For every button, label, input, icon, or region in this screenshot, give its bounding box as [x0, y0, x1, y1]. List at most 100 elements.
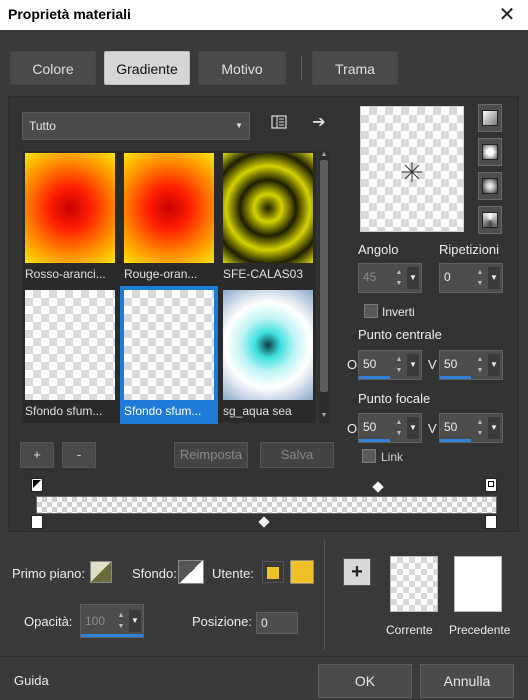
center-h-input[interactable]: 50 ▲ ▼ ▼: [358, 350, 422, 380]
spin-arrows-icon[interactable]: ▲ ▼: [474, 267, 486, 289]
cancel-button[interactable]: Annulla: [420, 664, 514, 698]
thumb-preview: [223, 153, 313, 263]
opacity-stop-left[interactable]: [31, 478, 43, 492]
background-swatch[interactable]: [178, 560, 204, 584]
arrow-right-icon[interactable]: ➔: [308, 112, 330, 134]
thumb-label: sg_aqua sea: [223, 404, 292, 418]
opacity-label: Opacità:: [24, 614, 73, 629]
user-swatch-large[interactable]: [290, 560, 314, 584]
center-h-fill: [359, 376, 390, 379]
gradient-thumb[interactable]: Rosso-aranci...: [23, 151, 117, 285]
chevron-down-icon: ▼: [235, 121, 243, 130]
thumb-preview: [25, 290, 115, 400]
category-dropdown[interactable]: Tutto ▼: [22, 112, 250, 140]
link-checkbox[interactable]: [362, 449, 376, 463]
center-v-input[interactable]: 50 ▲ ▼ ▼: [439, 350, 503, 380]
tab-gradiente[interactable]: Gradiente: [104, 51, 190, 85]
chevron-down-icon[interactable]: ▼: [407, 354, 419, 376]
center-point-icon: [402, 162, 422, 182]
focal-h-prefix: O: [347, 421, 358, 436]
position-input[interactable]: 0: [256, 612, 298, 634]
chevron-down-icon[interactable]: ▼: [488, 354, 500, 376]
opacity-input[interactable]: 100 ▲ ▼ ▼: [80, 604, 144, 638]
gradient-thumb[interactable]: sg_aqua sea: [221, 288, 315, 422]
spin-arrows-icon[interactable]: ▲ ▼: [393, 267, 405, 289]
rectangular-style-button[interactable]: [478, 138, 502, 166]
thumb-preview: [223, 290, 313, 400]
spin-arrows-icon[interactable]: ▲ ▼: [393, 354, 405, 376]
gradient-thumb-selected[interactable]: Sfondo sfum...: [120, 286, 218, 424]
spin-arrows-icon[interactable]: ▲ ▼: [393, 417, 405, 439]
position-label: Posizione:: [192, 614, 252, 629]
previous-material-preview[interactable]: [454, 556, 502, 612]
sunburst-style-button[interactable]: [478, 172, 502, 200]
angle-label: Angolo: [358, 242, 399, 257]
remove-gradient-button[interactable]: -: [62, 442, 96, 468]
focal-point-label: Punto focale: [358, 391, 431, 406]
user-swatch-small[interactable]: [262, 561, 284, 583]
linear-style-button[interactable]: [478, 104, 502, 132]
window-title: Proprietà materiali: [8, 6, 131, 22]
user-label: Utente:: [212, 566, 254, 581]
tab-colore[interactable]: Colore: [10, 51, 96, 85]
focal-v-input[interactable]: 50 ▲ ▼ ▼: [439, 413, 503, 443]
thumb-preview: [124, 153, 214, 263]
chevron-down-icon[interactable]: ▼: [407, 417, 419, 439]
spin-arrows-icon[interactable]: ▲ ▼: [115, 610, 127, 632]
gradient-thumb[interactable]: SFE-CALAS03: [221, 151, 315, 285]
angle-input[interactable]: 45 ▲ ▼ ▼: [358, 263, 422, 293]
center-h-prefix: O: [347, 357, 358, 372]
center-v-fill: [440, 376, 471, 379]
foreground-swatch[interactable]: [90, 561, 112, 583]
add-gradient-button[interactable]: +: [20, 442, 54, 468]
chevron-down-icon[interactable]: ▼: [129, 610, 141, 632]
invert-checkbox[interactable]: [364, 304, 378, 318]
thumb-preview: [124, 290, 214, 400]
focal-h-fill: [359, 439, 390, 442]
repetitions-input[interactable]: 0 ▲ ▼ ▼: [439, 263, 503, 293]
tab-trama[interactable]: Trama: [312, 51, 398, 85]
foreground-label: Primo piano:: [12, 566, 85, 581]
tab-separator: [301, 56, 302, 80]
chevron-down-icon[interactable]: ▼: [488, 417, 500, 439]
scroll-up-icon[interactable]: ▲: [320, 151, 328, 159]
radial-style-button[interactable]: [478, 206, 502, 234]
color-stop-right[interactable]: [485, 515, 497, 529]
user-color-1: [267, 567, 279, 579]
gradient-preview[interactable]: [360, 106, 464, 232]
current-label: Corrente: [386, 623, 433, 637]
tab-motivo[interactable]: Motivo: [198, 51, 286, 85]
reset-button[interactable]: Reimposta: [174, 442, 248, 468]
opacity-stop-right[interactable]: [485, 478, 497, 492]
title-bar: Proprietà materiali ✕: [0, 0, 528, 30]
spin-arrows-icon[interactable]: ▲ ▼: [474, 354, 486, 376]
center-point-label: Punto centrale: [358, 327, 442, 342]
scroll-down-icon[interactable]: ▼: [320, 412, 328, 420]
opacity-fill: [81, 634, 143, 637]
add-swatch-icon[interactable]: +: [343, 558, 371, 586]
thumb-label: SFE-CALAS03: [223, 267, 304, 281]
current-material-preview[interactable]: [390, 556, 438, 612]
help-link[interactable]: Guida: [14, 673, 49, 688]
thumb-label: Sfondo sfum...: [25, 404, 103, 418]
thumb-preview: [25, 153, 115, 263]
gradient-thumb[interactable]: Sfondo sfum...: [23, 288, 117, 422]
color-stop-left[interactable]: [31, 515, 43, 529]
repetitions-label: Ripetizioni: [439, 242, 499, 257]
save-button[interactable]: Salva: [260, 442, 334, 468]
ok-button[interactable]: OK: [318, 664, 412, 698]
book-menu-icon[interactable]: [268, 114, 290, 136]
focal-v-prefix: V: [428, 421, 437, 436]
gradient-editor-bar[interactable]: [36, 496, 497, 514]
chevron-down-icon[interactable]: ▼: [407, 267, 419, 289]
vertical-separator: [324, 540, 325, 650]
gradient-thumb[interactable]: Rouge-oran...: [122, 151, 216, 285]
focal-h-input[interactable]: 50 ▲ ▼ ▼: [358, 413, 422, 443]
close-icon[interactable]: ✕: [494, 2, 520, 28]
focal-v-fill: [440, 439, 471, 442]
chevron-down-icon[interactable]: ▼: [488, 267, 500, 289]
scrollbar-thumb[interactable]: [320, 160, 328, 392]
invert-label: Inverti: [382, 305, 415, 319]
spin-arrows-icon[interactable]: ▲ ▼: [474, 417, 486, 439]
background-label: Sfondo:: [132, 566, 177, 581]
